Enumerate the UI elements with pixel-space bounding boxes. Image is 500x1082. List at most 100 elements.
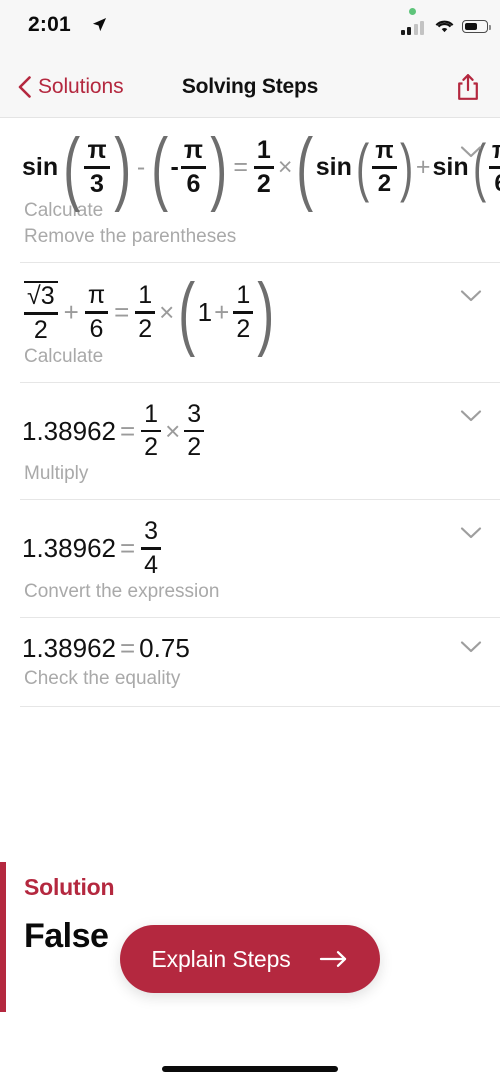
step-expression: 1.38962 = 0.75 — [22, 632, 446, 666]
fraction-denominator: 2 — [187, 433, 202, 462]
status-time: 2:01 — [28, 13, 71, 36]
fraction-denominator: 4 — [144, 550, 159, 579]
negative-sign: - — [170, 152, 179, 181]
fraction-one-half: 1 2 — [141, 401, 162, 462]
app-screen: 2:01 Solutions Solving Steps sin (π 3)… — [0, 0, 500, 1082]
home-indicator — [162, 1066, 338, 1072]
fraction-numerator: 3 — [144, 517, 159, 546]
arrow-right-icon — [319, 951, 346, 967]
fraction-denominator: 2 — [256, 169, 271, 198]
paren-open: ( — [355, 131, 370, 204]
step-expression: sin ( π 3 ) - ( - π 6 ) = 1 2 × (sin (… — [22, 121, 500, 213]
number-one: 1 — [197, 297, 213, 328]
fraction-numerator: π — [489, 138, 500, 164]
fraction-denominator: 2 — [33, 315, 48, 344]
step-row[interactable]: 1.38962 = 1 2 × 3 2 Multiply — [0, 383, 500, 501]
share-button[interactable] — [450, 56, 486, 118]
step-hint: Remove the parentheses — [24, 226, 237, 248]
fraction-denominator: 2 — [138, 314, 153, 343]
fraction-numerator: √3 — [24, 281, 58, 310]
step-row[interactable]: sin ( π 3 ) - ( - π 6 ) = 1 2 × (sin (… — [0, 119, 500, 264]
fraction-one-half: 1 2 — [253, 136, 274, 198]
step-expression: 1.38962 = 1 2 × 3 2 — [22, 401, 446, 462]
plus-operator: + — [415, 152, 431, 181]
fraction-numerator: π — [183, 136, 203, 164]
step-expression: √3 2 + π 6 = 1 2 × ( 1 + 1 2) — [22, 266, 446, 358]
paren-open: ( — [151, 121, 169, 213]
chevron-down-icon[interactable] — [460, 409, 482, 423]
fraction-numerator: 1 — [236, 281, 251, 310]
nav-bar: Solutions Solving Steps — [0, 56, 500, 118]
plus-operator: + — [214, 297, 230, 328]
fraction-pi-over-6: π 6 — [84, 281, 109, 343]
explain-steps-button[interactable]: Explain Steps — [120, 925, 380, 993]
equals-operator: = — [114, 297, 130, 328]
times-operator: × — [159, 297, 175, 328]
location-arrow-icon — [92, 17, 107, 32]
fraction-numerator: π — [87, 281, 106, 310]
fraction-denominator: 3 — [90, 169, 104, 198]
decimal-value: 1.38962 — [22, 533, 116, 564]
fraction-three-quarters: 3 4 — [141, 517, 162, 579]
chevron-down-icon[interactable] — [460, 145, 482, 159]
step-expression: 1.38962 = 3 4 — [22, 518, 446, 579]
step-row[interactable]: 1.38962 = 3 4 Convert the expression — [0, 500, 500, 619]
decimal-value: 1.38962 — [22, 415, 116, 446]
fraction-pi-over-2: π 2 — [372, 137, 397, 197]
status-bar: 2:01 — [0, 0, 500, 56]
cellular-signal-icon — [400, 21, 424, 35]
paren-close: ) — [113, 121, 131, 213]
page-title: Solving Steps — [181, 75, 319, 98]
decimal-value: 0.75 — [139, 633, 190, 664]
step-hint: Check the equality — [24, 667, 181, 689]
plus-operator: + — [63, 297, 79, 328]
step-row[interactable]: √3 2 + π 6 = 1 2 × ( 1 + 1 2) Calculate — [0, 263, 500, 384]
solving-steps-list: sin ( π 3 ) - ( - π 6 ) = 1 2 × (sin (… — [0, 119, 500, 707]
fraction-one-half: 1 2 — [233, 281, 254, 343]
solution-accent-bar — [0, 862, 6, 1012]
fraction-one-half: 1 2 — [135, 281, 156, 343]
solution-label: Solution — [24, 874, 115, 900]
equals-operator: = — [119, 415, 136, 446]
equals-operator: = — [119, 633, 136, 664]
fraction-pi-over-3: π 3 — [84, 136, 110, 198]
decimal-value: 1.38962 — [22, 633, 116, 664]
fraction-denominator: 2 — [377, 169, 392, 197]
fraction-three-halves: 3 2 — [184, 399, 205, 462]
step-hint: Calculate — [24, 199, 104, 221]
wifi-icon — [435, 20, 454, 33]
fraction-pi-over-6: π 6 — [488, 138, 500, 197]
equals-operator: = — [233, 152, 248, 181]
paren-open: ( — [63, 121, 81, 213]
fraction-numerator: π — [375, 137, 394, 164]
chevron-down-icon[interactable] — [460, 640, 482, 654]
fraction-pi-over-6: π 6 — [180, 136, 206, 198]
fraction-denominator: 2 — [144, 433, 159, 462]
paren-close: ) — [210, 121, 228, 213]
times-operator: × — [165, 415, 181, 446]
fraction-sqrt3-over-2: √3 2 — [24, 281, 58, 344]
chevron-down-icon[interactable] — [460, 526, 482, 540]
chevron-down-icon[interactable] — [460, 289, 482, 303]
paren-close: ) — [257, 266, 275, 358]
fraction-denominator: 2 — [236, 314, 251, 343]
green-dot-icon — [409, 8, 416, 15]
step-row[interactable]: 1.38962 = 0.75 Check the equality — [0, 618, 500, 707]
step-hint: Calculate — [24, 345, 104, 367]
fraction-numerator: 1 — [138, 281, 153, 310]
minus-operator: - — [136, 152, 146, 181]
battery-icon — [462, 20, 491, 33]
sin-function: sin — [315, 152, 352, 181]
fraction-numerator: π — [87, 136, 107, 164]
fraction-numerator: 1 — [256, 136, 271, 164]
paren-open: ( — [178, 266, 196, 358]
times-operator: × — [277, 152, 293, 181]
fraction-denominator: 6 — [186, 169, 201, 198]
fraction-numerator: 3 — [187, 399, 202, 428]
fraction-denominator: 6 — [491, 171, 500, 197]
fraction-denominator: 6 — [89, 314, 104, 343]
paren-open: ( — [296, 121, 314, 213]
step-hint: Convert the expression — [24, 580, 220, 602]
equals-operator: = — [119, 533, 136, 564]
sqrt-icon: √ — [27, 282, 41, 311]
